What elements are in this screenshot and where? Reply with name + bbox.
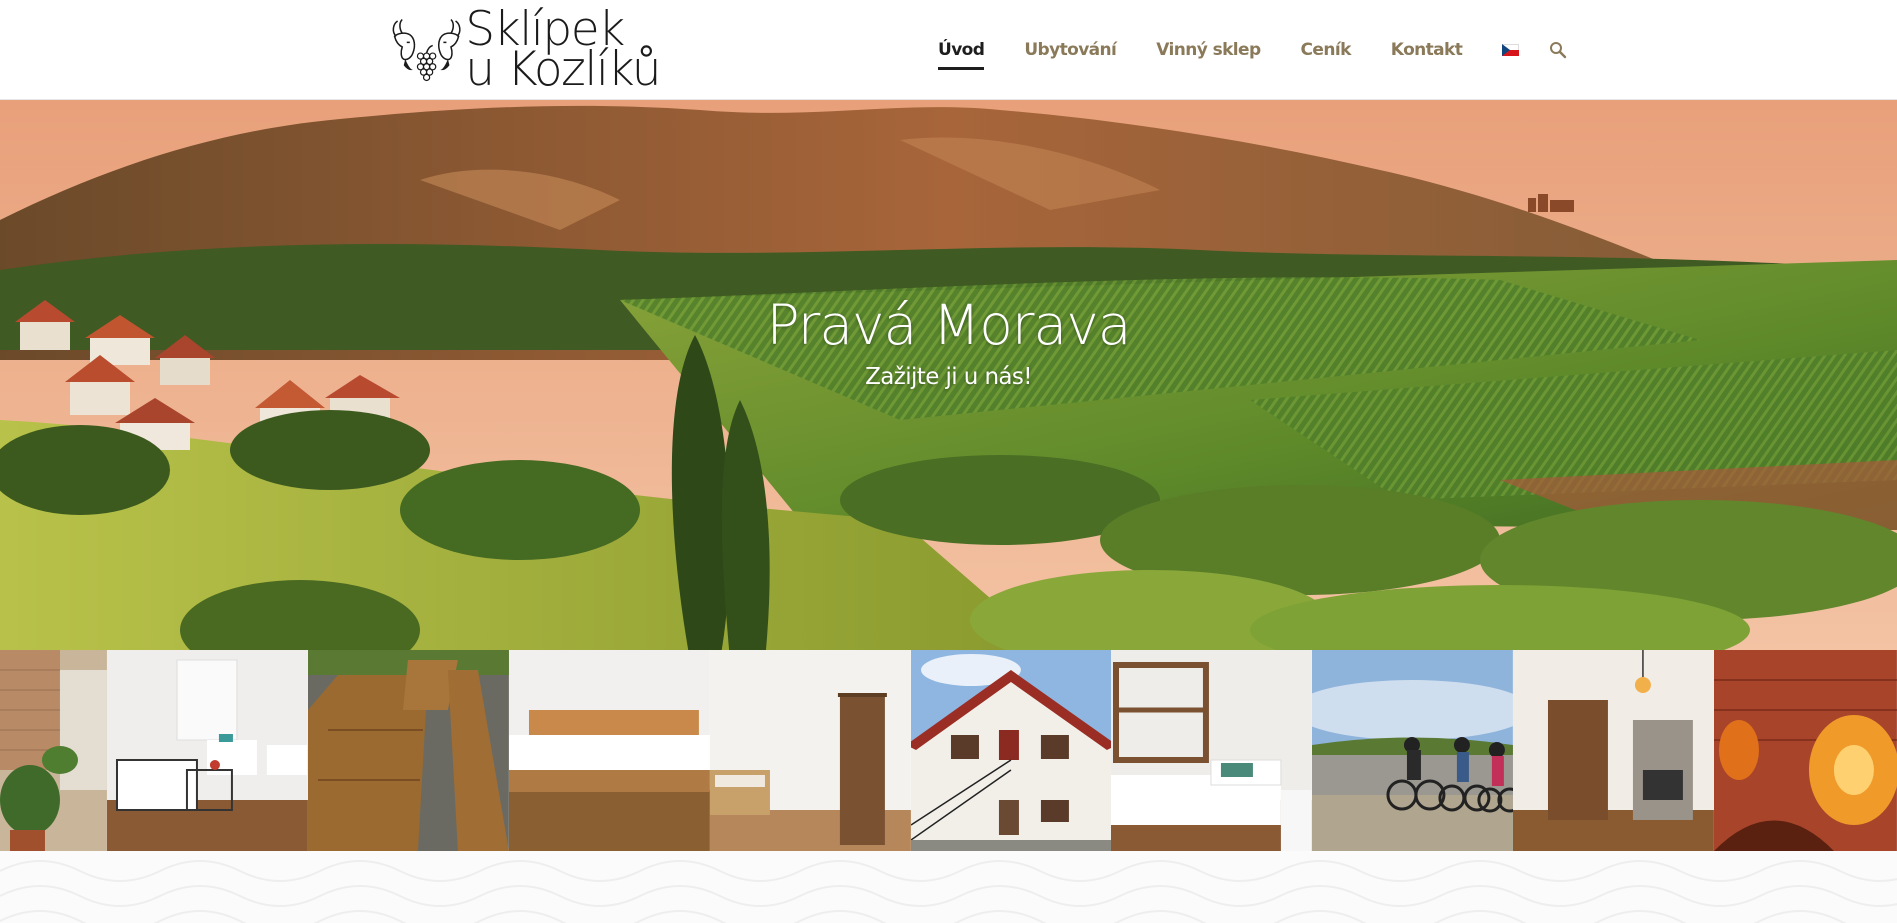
gallery-thumb-wine-cellar[interactable] [1714, 650, 1897, 851]
brand-name: Sklípek u Kozlíků [465, 6, 661, 97]
hero-subtitle: Zažijte ji u nás! [865, 364, 1032, 390]
gallery-thumb-room-door[interactable] [709, 650, 911, 851]
nav-item-ubytovani[interactable]: Ubytování [1024, 40, 1117, 60]
wave-pattern-background [0, 860, 1897, 923]
site-logo[interactable]: Sklípek u Kozlíků [390, 6, 661, 97]
goats-logo-icon [392, 18, 461, 82]
czech-flag-icon[interactable] [1502, 44, 1520, 56]
gallery-thumb-wine-hall[interactable] [1513, 650, 1715, 851]
gallery-thumb-cyclists[interactable] [1312, 650, 1514, 851]
gallery-thumb-house-exterior[interactable] [910, 650, 1112, 851]
gallery-thumb-terrace-plants[interactable] [0, 650, 107, 851]
nav-item-vinny-sklep[interactable]: Vinný sklep [1156, 40, 1261, 60]
nav-item-kontakt[interactable]: Kontakt [1391, 40, 1463, 60]
gallery-thumb-wooden-tables[interactable] [307, 650, 509, 851]
nav-item-cenik[interactable]: Ceník [1301, 40, 1352, 60]
main-navigation: Úvod Ubytování Vinný sklep Ceník Kontakt [918, 0, 1567, 100]
hero-banner: Pravá Morava Zažijte ji u nás! [0, 100, 1897, 650]
nav-item-uvod[interactable]: Úvod [938, 40, 985, 70]
site-header: Sklípek u Kozlíků Úvod Ubytování Vinný s… [0, 0, 1897, 100]
photo-gallery [0, 650, 1897, 851]
gallery-thumb-double-bed[interactable] [508, 650, 710, 851]
gallery-thumb-bedroom[interactable] [106, 650, 308, 851]
brand-line-2: u Kozlíků [465, 42, 661, 97]
hero-title: Pravá Morava [766, 293, 1132, 357]
search-icon[interactable] [1549, 41, 1567, 59]
gallery-thumb-single-bed[interactable] [1111, 650, 1313, 851]
decorative-pattern-section [0, 851, 1897, 923]
